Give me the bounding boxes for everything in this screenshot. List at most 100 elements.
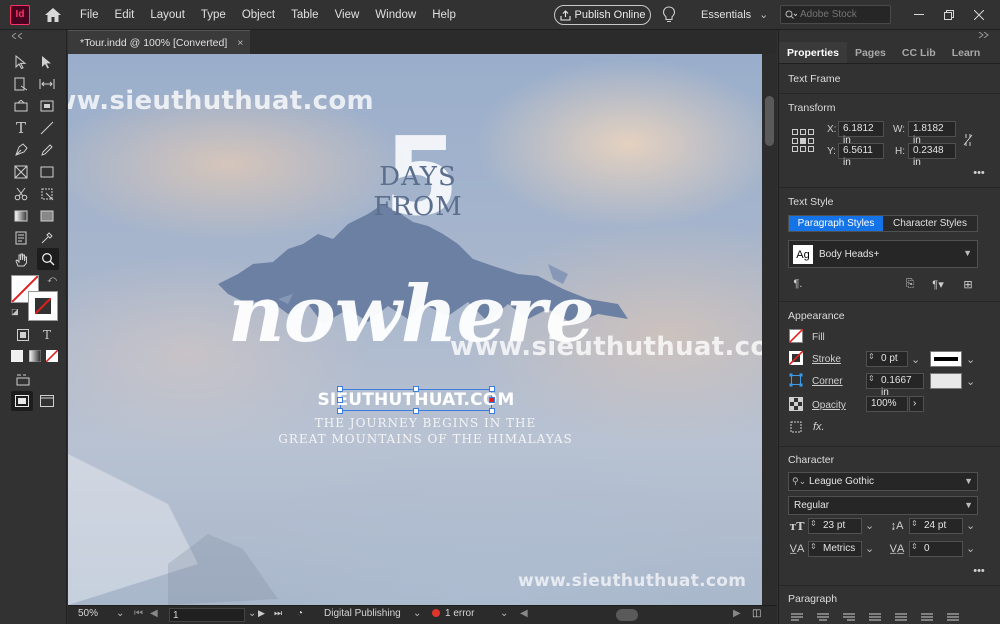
selection-tool-icon[interactable] [11,52,31,72]
stroke-swatch-icon[interactable] [789,351,803,365]
horizontal-scroll-thumb[interactable] [616,609,638,621]
rectangle-frame-tool-icon[interactable] [11,162,31,182]
minimize-button[interactable] [904,0,934,30]
stroke-swatch[interactable] [28,291,58,321]
clear-overrides-icon[interactable]: ¶. [791,277,805,291]
restore-button[interactable] [934,0,964,30]
more-character-options-icon[interactable]: ••• [972,564,986,578]
selection-handle[interactable] [337,397,343,403]
style-options-icon[interactable]: ¶▾ [931,277,945,291]
scissors-tool-icon[interactable] [11,184,31,204]
effects-icon[interactable]: fx. [813,421,825,433]
errors-dropdown-icon[interactable]: ⌄ [500,608,508,619]
tab-cc-libraries[interactable]: CC Lib [894,42,944,63]
zoom-tool-icon[interactable] [37,248,59,270]
stepper-icon[interactable]: ⇕ [868,374,875,383]
corner-label[interactable]: Corner [812,376,843,387]
font-size-dropdown-icon[interactable]: ⌄ [865,519,874,532]
default-fill-stroke-icon[interactable]: ◪ [9,305,21,317]
next-page-icon[interactable]: ▶ [258,608,265,619]
menu-file[interactable]: File [72,0,107,30]
page-tool-icon[interactable] [11,74,31,94]
opacity-field[interactable]: 100% [866,396,908,412]
fill-swatch-icon[interactable] [789,329,803,343]
character-styles-tab[interactable]: Character Styles [883,216,977,231]
menu-edit[interactable]: Edit [107,0,143,30]
tab-properties[interactable]: Properties [779,42,847,63]
profile-dropdown-icon[interactable]: ⌄ [413,608,421,619]
scroll-right-icon[interactable]: ▶ [733,608,741,619]
formatting-container-icon[interactable] [13,325,33,345]
menu-view[interactable]: View [327,0,368,30]
document-canvas[interactable]: 5 DAYS FROM nowhere SIEUTHUTHUAT.COM THE… [68,54,762,605]
stepper-icon[interactable]: ⇕ [911,519,918,528]
selection-handle[interactable] [413,386,419,392]
paragraph-style-dropdown[interactable]: Ag Body Heads+ ▼ [788,240,978,268]
text-frame-options-icon[interactable] [789,420,803,434]
previous-page-icon[interactable]: ◀ [150,608,158,619]
content-collector-icon[interactable] [11,96,31,116]
hand-tool-icon[interactable] [11,250,31,270]
selection-handle[interactable] [489,408,495,414]
first-page-icon[interactable]: ⏮ [134,608,143,619]
tab-learn[interactable]: Learn [944,42,989,63]
note-tool-icon[interactable] [11,228,31,248]
gradient-swatch-tool-icon[interactable] [11,206,31,226]
zoom-dropdown-icon[interactable]: ⌄ [116,608,124,619]
menu-window[interactable]: Window [367,0,424,30]
x-field[interactable]: 6.1812 in [838,121,884,146]
font-style-dropdown[interactable]: Regular ▼ [788,496,978,515]
line-tool-icon[interactable] [37,118,57,138]
close-tab-icon[interactable]: × [237,37,243,49]
more-options-icon[interactable]: ••• [972,166,986,180]
corner-shape-swatch[interactable] [930,373,962,389]
paragraph-alignment-icons[interactable] [789,613,979,621]
stroke-type-dropdown-icon[interactable]: ⌄ [966,353,975,366]
kerning-dropdown-icon[interactable]: ⌄ [865,542,874,555]
workspace-switcher[interactable]: Essentials ⌄ [695,0,768,30]
selection-handle[interactable] [337,386,343,392]
formatting-text-icon[interactable]: T [37,325,57,345]
free-transform-tool-icon[interactable] [37,184,57,204]
menu-type[interactable]: Type [193,0,234,30]
apply-color-icon[interactable] [7,346,27,366]
publish-online-button[interactable]: Publish Online [554,5,651,25]
selection-handle[interactable] [489,386,495,392]
page-dropdown-icon[interactable]: ⌄ [248,608,256,619]
width-field[interactable]: 1.8182 in [908,121,956,146]
reference-point-icon[interactable] [792,129,816,153]
adobe-stock-search[interactable] [780,5,891,24]
split-view-icon[interactable]: ◫ [752,608,761,619]
stepper-icon[interactable]: ⇕ [810,519,817,528]
overset-text-icon[interactable] [489,397,495,403]
document-tab[interactable]: *Tour.indd @ 100% [Converted] × [68,30,250,54]
normal-screen-mode-icon[interactable] [11,391,33,411]
scroll-left-icon[interactable]: ◀ [520,608,528,619]
preflight-profile[interactable]: Digital Publishing [324,608,401,619]
stepper-icon[interactable]: ⇕ [810,542,817,551]
rectangle-tool-icon[interactable] [37,162,57,182]
stroke-weight-dropdown-icon[interactable]: ⌄ [911,353,920,366]
opacity-arrow-icon[interactable]: › [909,396,924,412]
leading-dropdown-icon[interactable]: ⌄ [966,519,975,532]
last-page-icon[interactable]: ⏭ [274,608,282,619]
pen-tool-icon[interactable] [11,140,31,160]
menu-layout[interactable]: Layout [142,0,193,30]
panel-collapse-icon[interactable] [10,33,54,39]
stepper-icon[interactable]: ⇕ [868,352,875,361]
constrain-proportions-icon[interactable] [963,133,973,147]
corner-shape-dropdown-icon[interactable]: ⌄ [966,375,975,388]
zoom-level[interactable]: 50% [78,608,98,619]
tracking-dropdown-icon[interactable]: ⌄ [966,542,975,555]
vertical-scrollbar[interactable] [762,54,777,605]
preview-screen-mode-icon[interactable] [37,391,57,411]
page-number-field[interactable]: 1 [169,608,245,622]
selection-handle[interactable] [413,408,419,414]
lightbulb-icon[interactable] [662,6,676,24]
selection-handle[interactable] [337,408,343,414]
content-placer-icon[interactable] [37,96,57,116]
opacity-label[interactable]: Opacity [812,400,846,411]
menu-object[interactable]: Object [234,0,283,30]
load-styles-icon[interactable]: ⎘ [903,277,917,291]
home-icon[interactable] [44,7,62,23]
